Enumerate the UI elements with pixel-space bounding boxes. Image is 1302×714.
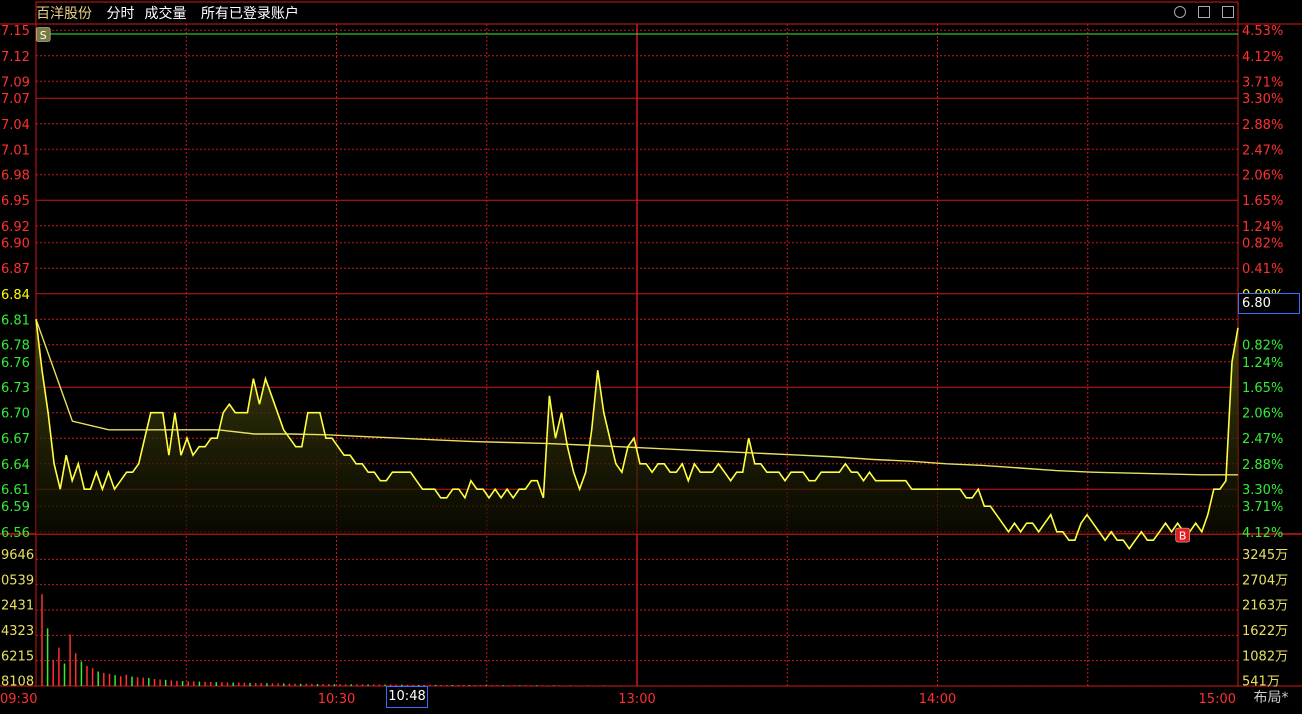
volume-tick-label-right: 1622万 <box>1242 624 1288 639</box>
pct-tick-label: 3.71% <box>1242 75 1283 90</box>
pct-tick-label: 3.30% <box>1242 483 1283 498</box>
price-tick-label: 6.95 <box>1 194 30 209</box>
stock-name[interactable]: 百洋股份 <box>36 6 92 22</box>
volume-tick-label-left: 6215 <box>1 649 34 664</box>
price-tick-label: 7.12 <box>1 50 30 65</box>
pct-tick-label: 3.71% <box>1242 500 1283 515</box>
volume-tick-label-left: 9646 <box>1 548 34 563</box>
time-tick-label: 14:00 <box>919 692 956 707</box>
volume-tick-label-left: 8108 <box>1 675 34 690</box>
up-arrow-icon[interactable] <box>1174 6 1186 18</box>
menu-icon[interactable] <box>1198 6 1210 18</box>
price-tick-label: 6.64 <box>1 458 30 473</box>
time-tick-label: 15:00 <box>1199 692 1236 707</box>
intraday-chart[interactable]: 7.15 7.12 7.09 7.07 7.04 7.01 6.98 6.95 6.92 6.90… <box>0 0 1302 710</box>
pct-tick-label: 2.06% <box>1242 169 1283 184</box>
volume-tick-label-right: 1082万 <box>1242 649 1288 664</box>
pct-tick-label: 0.41% <box>1242 262 1283 277</box>
pct-tick-label: 4.53% <box>1242 24 1283 39</box>
volume-tick-label-right: 2704万 <box>1242 573 1288 588</box>
chart-header: 百洋股份 分时 成交量 所有已登录账户 <box>36 4 309 24</box>
price-tick-label: 7.04 <box>1 118 30 133</box>
price-tick-label: 6.59 <box>1 500 30 515</box>
pct-tick-label: 2.47% <box>1242 143 1283 158</box>
price-tick-label: 7.15 <box>1 24 30 39</box>
volume-tick-label-right: 3245万 <box>1242 548 1288 563</box>
volume-tick-label-right: 2163万 <box>1242 599 1288 614</box>
volume-tick-label-left: 2431 <box>1 599 34 614</box>
price-tick-label: 6.98 <box>1 169 30 184</box>
trade-marker-b: B <box>1175 527 1190 543</box>
pct-tick-label: 4.12% <box>1242 50 1283 65</box>
chart-mode[interactable]: 分时 <box>106 6 134 22</box>
time-tick-label: 10:30 <box>318 692 355 707</box>
indicator-name[interactable]: 成交量 <box>144 6 186 22</box>
pct-tick-label: 1.24% <box>1242 220 1283 235</box>
price-tick-label: 6.67 <box>1 432 30 447</box>
restore-window-icon[interactable] <box>1222 6 1234 18</box>
pct-tick-label: 0.82% <box>1242 339 1283 354</box>
price-tick-label: 7.07 <box>1 92 30 107</box>
price-tick-label: 6.56 <box>1 526 30 541</box>
volume-tick-label-left: 0539 <box>1 573 34 588</box>
price-tick-label: 6.81 <box>1 313 30 328</box>
time-tick-label: 09:30 <box>0 692 37 707</box>
pct-tick-label: 4.12% <box>1242 526 1283 541</box>
volume-tick-label-left: 4323 <box>1 624 34 639</box>
pct-tick-label: 2.06% <box>1242 407 1283 422</box>
trade-marker-s: S <box>35 27 51 42</box>
price-tick-label: 6.61 <box>1 483 30 498</box>
price-tick-label: 6.87 <box>1 262 30 277</box>
price-tick-label: 6.78 <box>1 339 30 354</box>
price-tick-label: 7.09 <box>1 75 30 90</box>
time-cursor-label: 10:48 <box>386 686 428 708</box>
pct-tick-label: 2.88% <box>1242 118 1283 133</box>
marker-label: S <box>40 29 47 42</box>
time-tick-label: 13:00 <box>618 692 655 707</box>
layout-button[interactable]: 布局* <box>1240 686 1302 710</box>
price-cursor-label: 6.80 <box>1238 293 1300 314</box>
account-filter[interactable]: 所有已登录账户 <box>201 6 299 22</box>
price-tick-label: 6.84 <box>1 288 30 303</box>
price-tick-label: 6.73 <box>1 381 30 396</box>
price-tick-label: 7.01 <box>1 143 30 158</box>
pct-tick-label: 1.65% <box>1242 194 1283 209</box>
pct-tick-label: 2.47% <box>1242 432 1283 447</box>
pct-tick-label: 1.65% <box>1242 381 1283 396</box>
price-tick-label: 6.76 <box>1 356 30 371</box>
pct-tick-label: 3.30% <box>1242 92 1283 107</box>
pct-tick-label: 2.88% <box>1242 458 1283 473</box>
pct-tick-label: 0.82% <box>1242 237 1283 252</box>
price-tick-label: 6.92 <box>1 220 30 235</box>
price-tick-label: 6.70 <box>1 407 30 422</box>
chart-canvas[interactable]: 7.15 7.12 7.09 7.07 7.04 7.01 6.98 6.95 6.92 6.90… <box>0 0 1302 710</box>
window-controls <box>1174 6 1234 20</box>
pct-tick-label: 1.24% <box>1242 356 1283 371</box>
marker-label: B <box>1179 530 1187 543</box>
price-tick-label: 6.90 <box>1 237 30 252</box>
